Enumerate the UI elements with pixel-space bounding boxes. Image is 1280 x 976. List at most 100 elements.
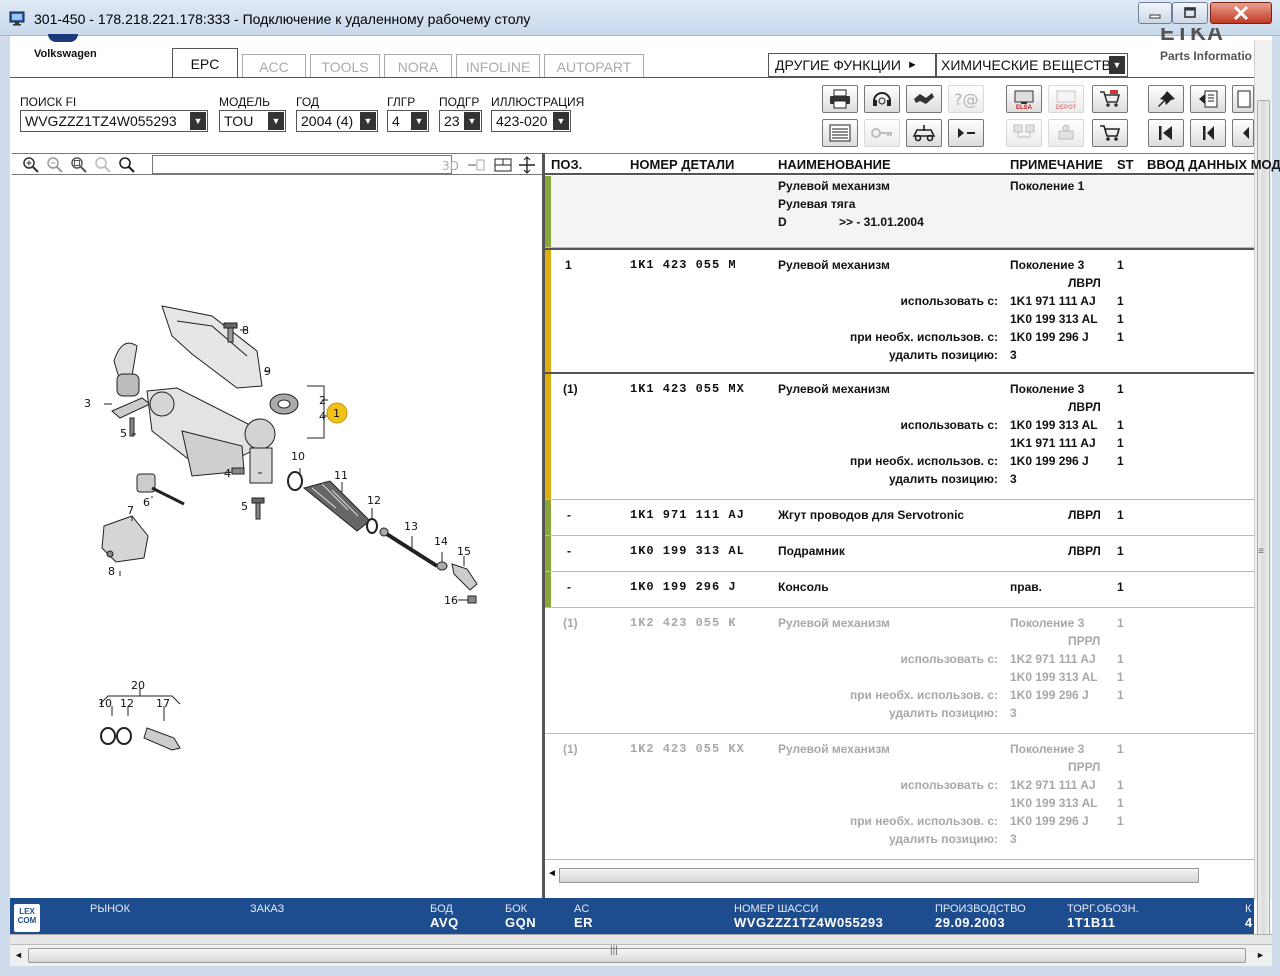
hotline-button[interactable] — [864, 85, 900, 113]
table-row[interactable]: (1) 1K1 423 055 MX Рулевой механизм Поко… — [545, 374, 1254, 500]
service-button[interactable] — [1048, 119, 1084, 147]
table-row-unavailable[interactable]: (1) 1K2 423 055 K Рулевой механизм Покол… — [545, 608, 1254, 734]
callout-10[interactable]: 10 — [291, 450, 305, 463]
model-select[interactable]: TOU ▼ — [219, 110, 286, 132]
zoom-in-button[interactable] — [20, 155, 41, 174]
crosshair-button[interactable] — [516, 155, 537, 174]
scrollbar-thumb[interactable] — [28, 948, 1246, 963]
chevron-down-icon[interactable]: ▼ — [360, 112, 376, 130]
page-forward-button[interactable] — [1232, 85, 1254, 113]
illustration-search-input[interactable] — [152, 155, 452, 174]
tab-nora[interactable]: NORA — [384, 54, 452, 78]
window-horizontal-scrollbar[interactable]: ◄ ||| ► — [10, 944, 1272, 966]
exploded-view-illustration[interactable]: 1 2 3 4 4 5 5 6 7 8 8 9 10 10 11 12 12 1… — [12, 176, 542, 898]
chevron-down-icon[interactable]: ▼ — [464, 112, 480, 130]
callout-2[interactable]: 2 — [319, 394, 326, 407]
scroll-left-icon[interactable]: ◄ — [14, 950, 23, 960]
other-functions-select[interactable]: ХИМИЧЕСКИЕ ВЕЩЕСТВА ▼ — [936, 53, 1128, 77]
col-position[interactable]: ПОЗ. — [551, 157, 582, 172]
rewind-button[interactable] — [1232, 119, 1254, 147]
network-button[interactable] — [1006, 119, 1042, 147]
main-group-select[interactable]: 4 ▼ — [387, 110, 429, 132]
tab-autopart[interactable]: AUTOPART — [544, 54, 644, 78]
tab-acc[interactable]: ACC — [242, 54, 306, 78]
hotspot-button[interactable] — [465, 155, 486, 174]
year-select[interactable]: 2004 (4) ▼ — [296, 110, 378, 132]
scroll-right-icon[interactable]: ► — [1256, 950, 1265, 960]
zoom-fit-button[interactable] — [68, 155, 89, 174]
callout-15[interactable]: 15 — [457, 545, 471, 558]
table-row[interactable]: - 1K0 199 296 J Консоль прав. 1 — [545, 572, 1254, 608]
zoom-100-button[interactable] — [92, 155, 113, 174]
callout-8[interactable]: 8 — [108, 565, 115, 578]
scrollbar-thumb[interactable] — [1257, 100, 1270, 936]
fi-select[interactable]: WVGZZZ1TZ4W055293 ▼ — [20, 110, 208, 132]
play-step-button[interactable] — [948, 119, 984, 147]
callout-8[interactable]: 8 — [242, 324, 249, 337]
table-row[interactable]: - 1K1 971 111 AJ Жгут проводов для Servo… — [545, 500, 1254, 536]
email-button[interactable]: ?@ — [948, 85, 984, 113]
table-row[interactable]: - 1K0 199 313 AL Подрамник ЛВРЛ 1 — [545, 536, 1254, 572]
tab-epc[interactable]: EPC — [172, 48, 238, 78]
depot-button[interactable]: DEPOT — [1048, 85, 1084, 113]
callout-16[interactable]: 16 — [444, 594, 458, 607]
parts-horizontal-scrollbar[interactable]: ◄ — [545, 866, 1254, 885]
chevron-down-icon[interactable]: ▼ — [411, 112, 427, 130]
other-functions-button[interactable]: ДРУГИЕ ФУНКЦИИ ► — [768, 53, 936, 77]
col-note[interactable]: ПРИМЕЧАНИЕ — [1010, 157, 1103, 172]
callout-12[interactable]: 12 — [120, 697, 134, 710]
callout-20[interactable]: 20 — [131, 679, 145, 692]
illustration-select[interactable]: 423-020 ▼ — [491, 110, 571, 132]
page-back-button[interactable] — [1190, 85, 1226, 113]
pin-button[interactable] — [1148, 85, 1184, 113]
callout-10[interactable]: 10 — [98, 697, 112, 710]
contact-button[interactable] — [906, 85, 942, 113]
chevron-down-icon[interactable]: ▼ — [190, 112, 206, 130]
callout-11[interactable]: 11 — [334, 469, 348, 482]
chevron-down-icon[interactable]: ▼ — [268, 112, 284, 130]
scroll-left-icon[interactable]: ◄ — [547, 868, 557, 879]
callout-4[interactable]: 4 — [319, 410, 326, 423]
minimize-button[interactable] — [1138, 2, 1172, 24]
table-row-selected[interactable]: 1 1K1 423 055 M Рулевой механизм Поколен… — [545, 248, 1254, 374]
close-button[interactable] — [1210, 2, 1272, 24]
magnifier-button[interactable] — [116, 155, 137, 174]
split-view-button[interactable] — [492, 155, 513, 174]
col-model-input[interactable]: ВВОД ДАННЫХ МОДЕЛИ — [1147, 157, 1280, 172]
maximize-button[interactable] — [1172, 2, 1208, 24]
previous-page-button[interactable] — [1190, 119, 1226, 147]
table-row-unavailable[interactable]: (1) 1K2 423 055 KX Рулевой механизм Поко… — [545, 734, 1254, 860]
vehicle-button[interactable] — [906, 119, 942, 147]
tab-infoline[interactable]: INFOLINE — [456, 54, 540, 78]
elsa-button[interactable]: ELSA — [1006, 85, 1042, 113]
callout-9[interactable]: 9 — [264, 365, 271, 378]
col-st[interactable]: ST — [1117, 157, 1134, 172]
first-page-button[interactable] — [1148, 119, 1184, 147]
zoom-out-button[interactable] — [44, 155, 65, 174]
sub-group-select[interactable]: 23 ▼ — [439, 110, 482, 132]
callout-12[interactable]: 12 — [367, 494, 381, 507]
callout-14[interactable]: 14 — [434, 535, 448, 548]
parts-list-button[interactable] — [822, 119, 858, 147]
key-button[interactable] — [864, 119, 900, 147]
callout-7[interactable]: 7 — [127, 504, 134, 517]
table-row[interactable]: Рулевой механизм Поколение 1 Рулевая тяг… — [545, 176, 1254, 248]
callout-6[interactable]: 6 — [143, 496, 150, 509]
callout-5[interactable]: 5 — [120, 427, 127, 440]
callout-4[interactable]: 4 — [224, 467, 231, 480]
callout-13[interactable]: 13 — [404, 520, 418, 533]
callout-17[interactable]: 17 — [156, 697, 170, 710]
view-3d-button[interactable]: 3D — [440, 155, 461, 174]
col-name[interactable]: НАИМЕНОВАНИЕ — [778, 157, 891, 172]
chevron-down-icon[interactable]: ▼ — [1109, 56, 1125, 74]
add-to-cart-button[interactable] — [1092, 119, 1128, 147]
print-button[interactable] — [822, 85, 858, 113]
col-part-number[interactable]: НОМЕР ДЕТАЛИ — [630, 157, 734, 172]
callout-3[interactable]: 3 — [84, 397, 91, 410]
callout-1[interactable]: 1 — [333, 407, 340, 420]
cart-list-button[interactable] — [1092, 85, 1128, 113]
chevron-down-icon[interactable]: ▼ — [553, 112, 569, 130]
tab-tools[interactable]: TOOLS — [310, 54, 380, 78]
callout-5[interactable]: 5 — [241, 500, 248, 513]
scrollbar-thumb[interactable] — [559, 868, 1199, 883]
